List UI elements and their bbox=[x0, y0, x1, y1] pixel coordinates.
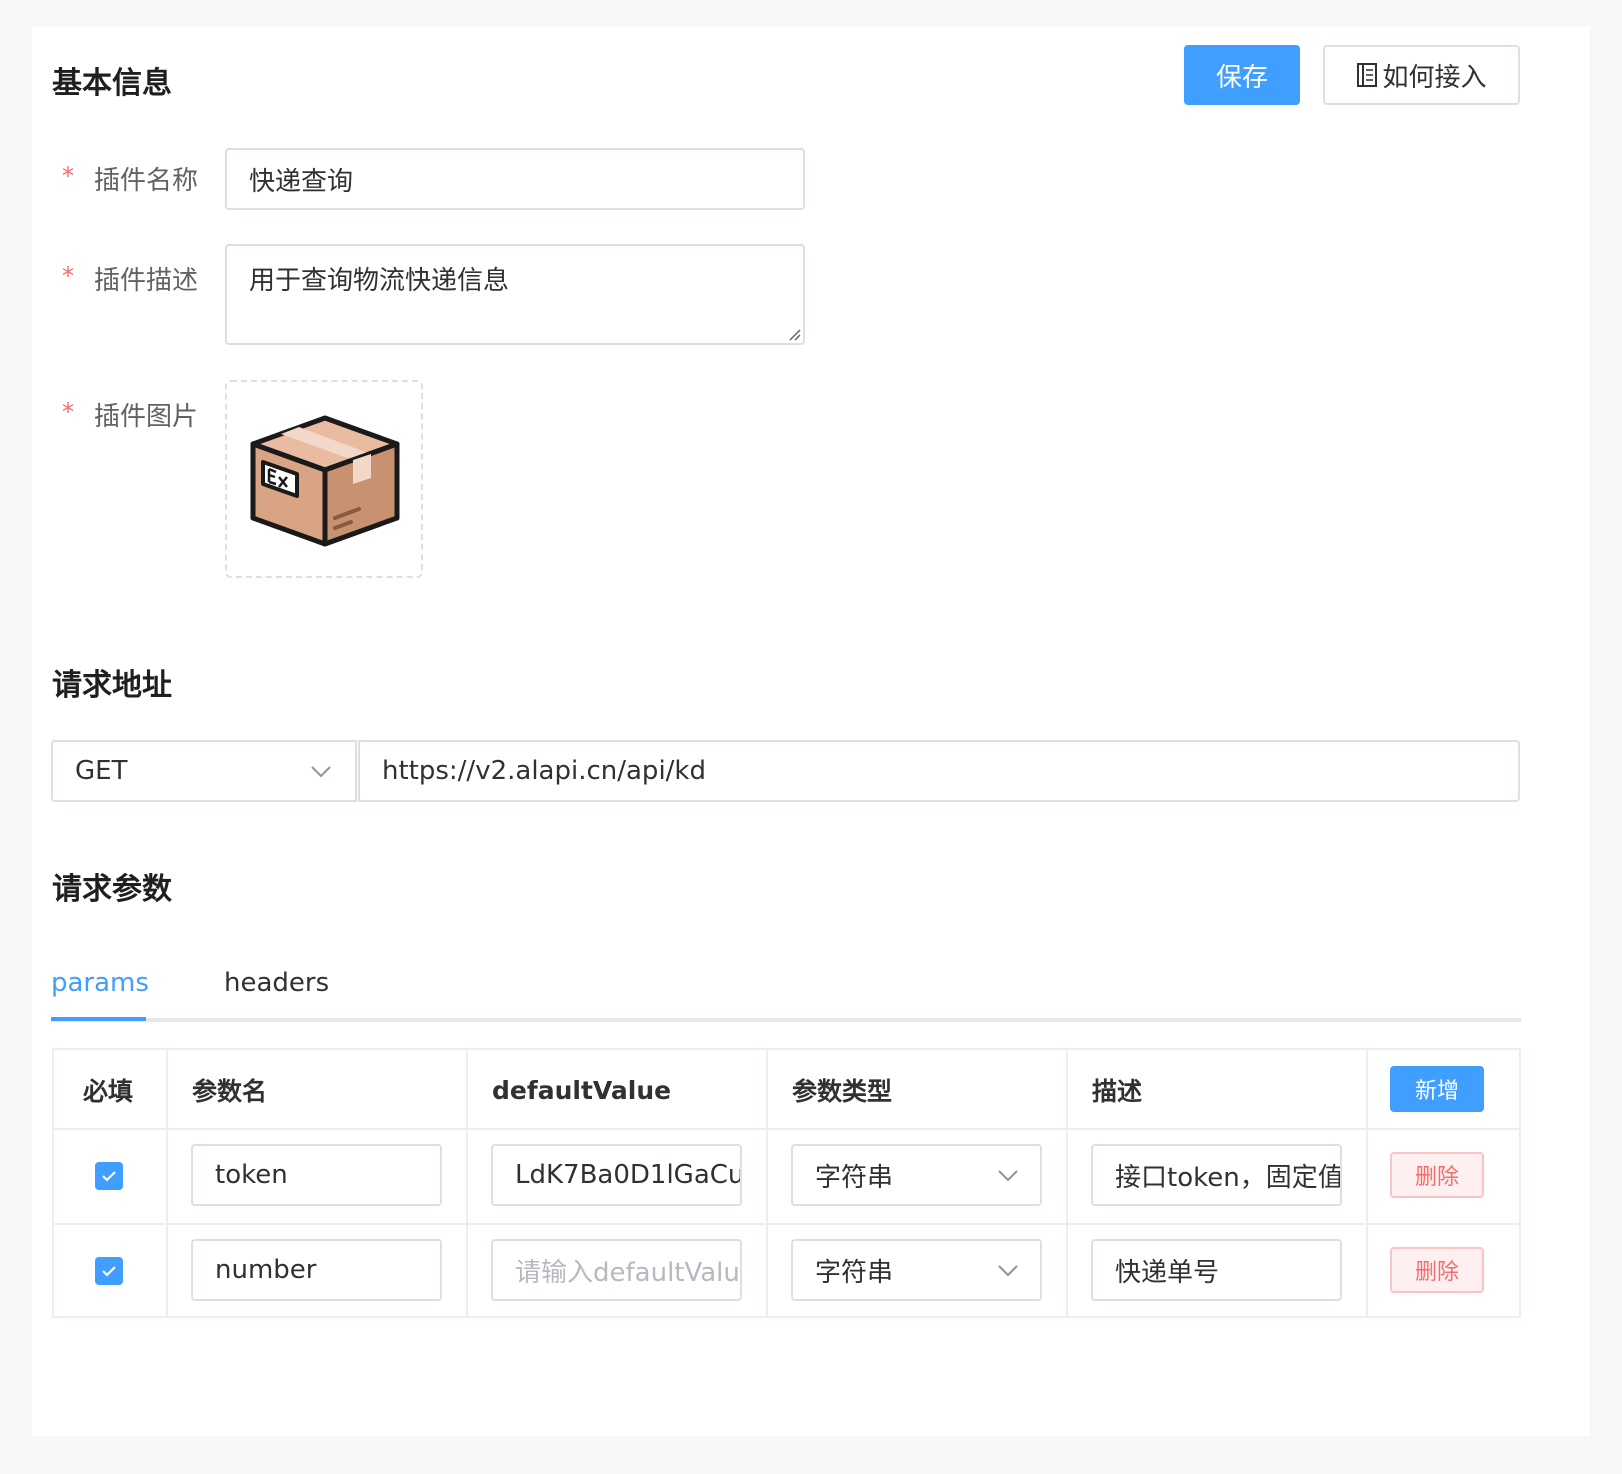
header-default-value: defaultValue bbox=[492, 1075, 672, 1105]
resize-handle-icon[interactable] bbox=[787, 327, 801, 341]
plugin-desc-label: 插件描述 bbox=[94, 266, 199, 296]
how-to-integrate-button[interactable]: 如何接入 bbox=[1323, 45, 1520, 105]
save-button[interactable]: 保存 bbox=[1184, 45, 1300, 105]
package-box-icon bbox=[250, 415, 400, 547]
default-value-input[interactable]: 请输入defaultValue bbox=[491, 1239, 742, 1301]
basic-info-title: 基本信息 bbox=[52, 66, 172, 101]
header-description: 描述 bbox=[1092, 1077, 1143, 1106]
plugin-name-label: 插件名称 bbox=[94, 166, 199, 196]
check-icon bbox=[102, 1171, 116, 1182]
required-mark: * bbox=[62, 398, 74, 426]
how-to-integrate-label: 如何接入 bbox=[1382, 62, 1487, 93]
chevron-down-icon bbox=[998, 1265, 1018, 1277]
required-checkbox[interactable] bbox=[95, 1162, 123, 1190]
plugin-desc-value: 用于查询物流快递信息 bbox=[249, 266, 510, 296]
delete-param-button[interactable]: 删除 bbox=[1390, 1247, 1484, 1293]
method-select[interactable]: GET bbox=[51, 740, 357, 802]
required-mark: * bbox=[62, 262, 74, 290]
url-input[interactable]: https://v2.alapi.cn/api/kd bbox=[358, 740, 1520, 802]
request-params-title: 请求参数 bbox=[52, 872, 172, 907]
header-param-name: 参数名 bbox=[192, 1077, 268, 1106]
active-tab-indicator bbox=[51, 1017, 146, 1021]
delete-param-button[interactable]: 删除 bbox=[1390, 1152, 1484, 1198]
plugin-desc-textarea[interactable]: 用于查询物流快递信息 bbox=[225, 244, 805, 345]
plugin-form-card: 基本信息 保存 如何接入 * 插件名称 快递查询 * 插件描述 用于查询物流快递… bbox=[32, 26, 1590, 1436]
add-param-button[interactable]: 新增 bbox=[1390, 1066, 1484, 1112]
param-name-input[interactable]: number bbox=[191, 1239, 442, 1301]
params-table: 必填 参数名 defaultValue 参数类型 描述 新增 token LdK… bbox=[52, 1048, 1521, 1318]
plugin-image-label: 插件图片 bbox=[94, 402, 199, 432]
header-param-type: 参数类型 bbox=[792, 1077, 893, 1106]
column-divider bbox=[1066, 1050, 1068, 1316]
column-divider bbox=[766, 1050, 768, 1316]
required-checkbox[interactable] bbox=[95, 1257, 123, 1285]
default-value-input[interactable]: LdK7Ba0D1lGaCu bbox=[491, 1144, 742, 1206]
param-type-select[interactable]: 字符串 bbox=[791, 1239, 1042, 1301]
required-mark: * bbox=[62, 162, 74, 190]
column-divider bbox=[1366, 1050, 1368, 1316]
document-icon bbox=[1357, 63, 1378, 87]
plugin-image-upload[interactable] bbox=[225, 380, 423, 578]
request-url-title: 请求地址 bbox=[52, 668, 172, 703]
header-required: 必填 bbox=[83, 1077, 134, 1106]
column-divider bbox=[466, 1050, 468, 1316]
param-desc-input[interactable]: 快递单号 bbox=[1091, 1239, 1342, 1301]
param-desc-input[interactable]: 接口token，固定值 bbox=[1091, 1144, 1342, 1206]
row-divider bbox=[54, 1128, 1519, 1130]
tab-params[interactable]: params bbox=[51, 968, 149, 998]
param-type-value: 字符串 bbox=[815, 1257, 894, 1288]
tabs-divider bbox=[51, 1018, 1521, 1022]
chevron-down-icon bbox=[998, 1170, 1018, 1182]
param-type-value: 字符串 bbox=[815, 1162, 894, 1193]
param-name-input[interactable]: token bbox=[191, 1144, 442, 1206]
check-icon bbox=[102, 1266, 116, 1277]
plugin-name-input[interactable]: 快递查询 bbox=[225, 148, 805, 210]
row-divider bbox=[54, 1223, 1519, 1225]
chevron-down-icon bbox=[311, 766, 331, 778]
method-value: GET bbox=[75, 756, 128, 786]
column-divider bbox=[166, 1050, 168, 1316]
tab-headers[interactable]: headers bbox=[224, 968, 329, 998]
param-type-select[interactable]: 字符串 bbox=[791, 1144, 1042, 1206]
